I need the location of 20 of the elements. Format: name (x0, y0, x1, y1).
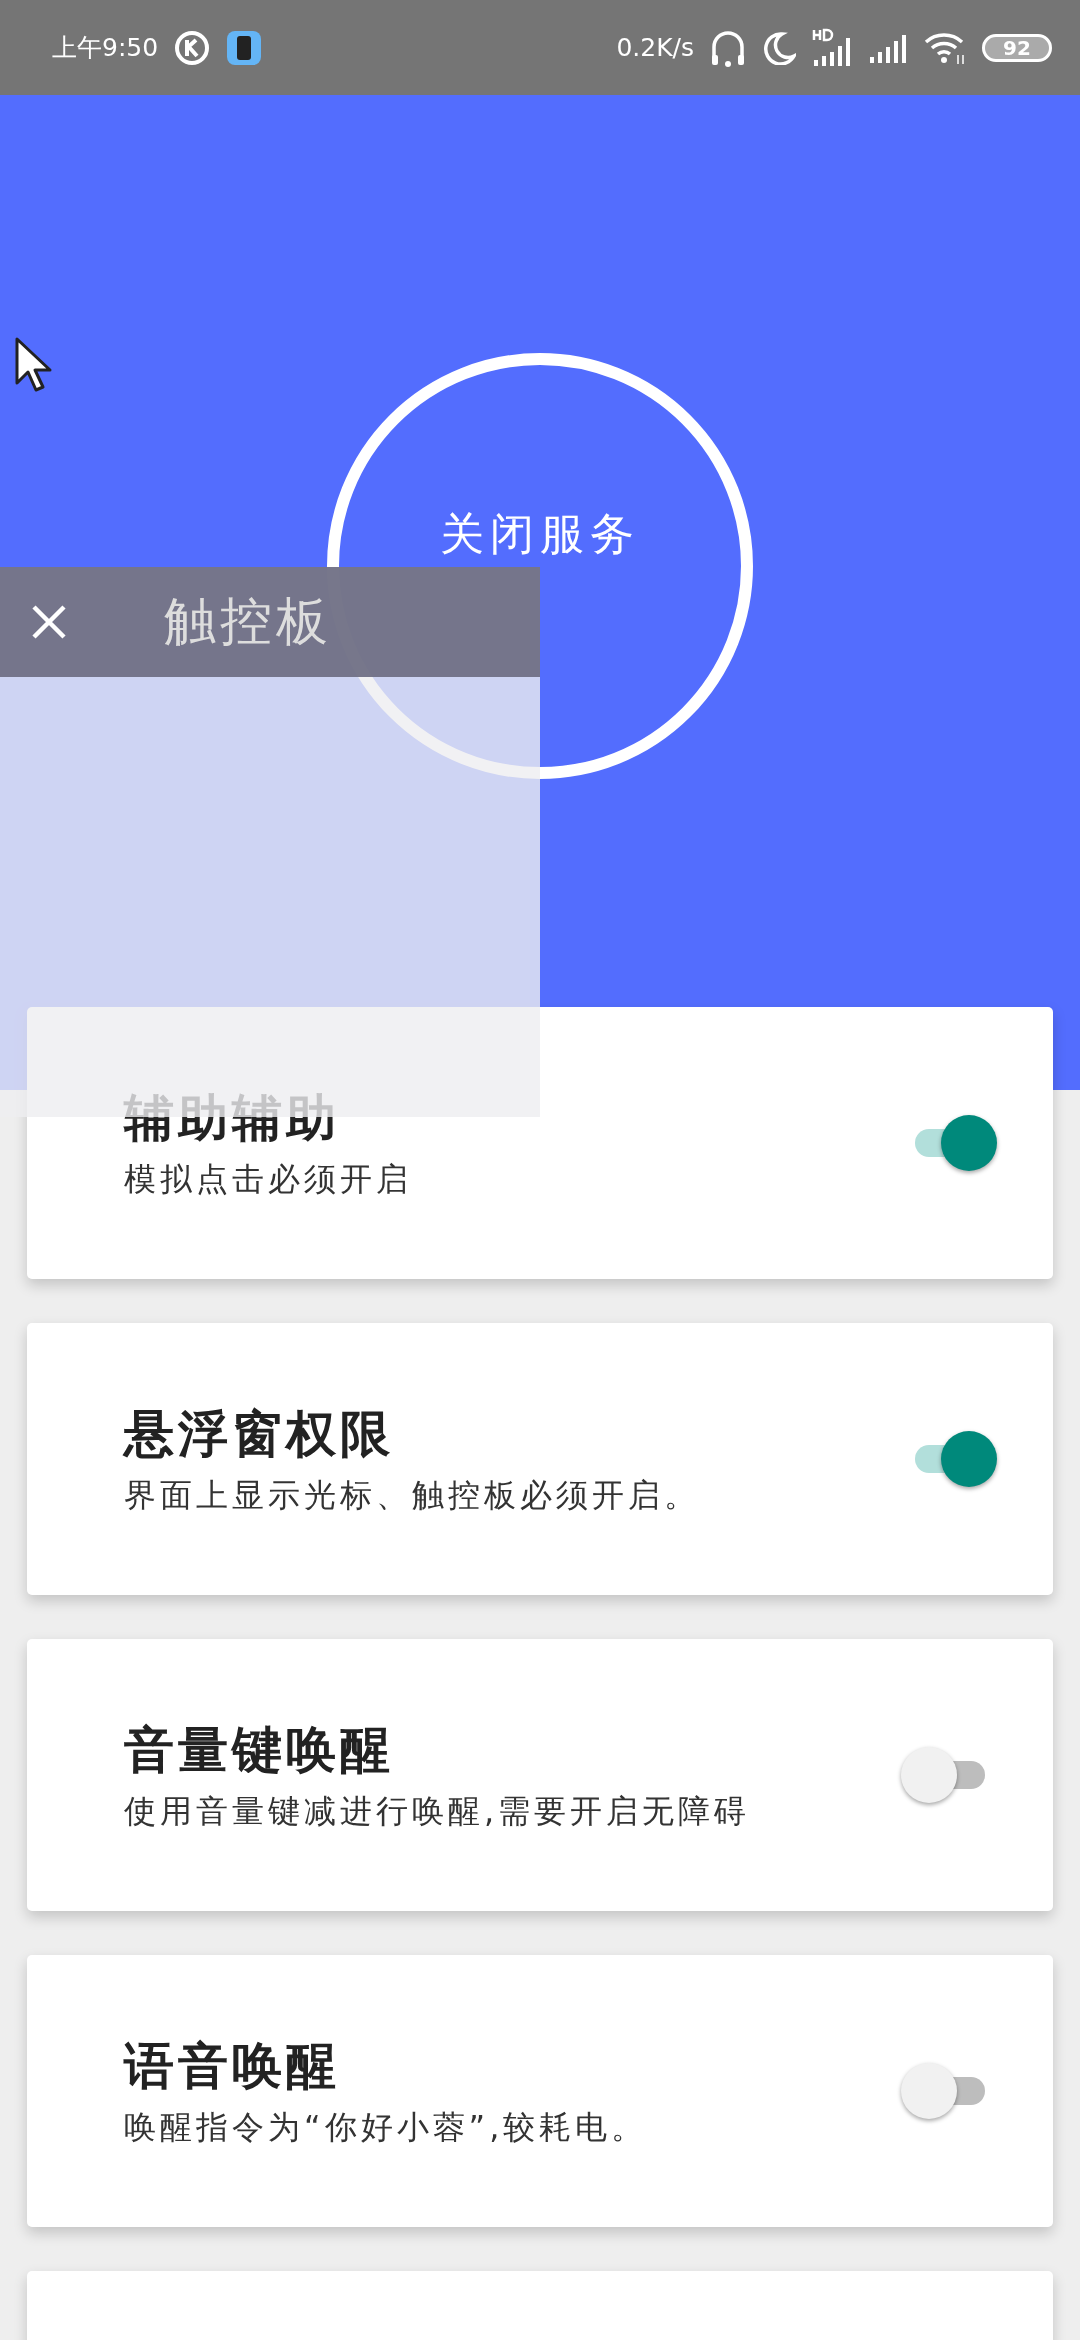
setting-title: 音量键唤醒 (124, 1719, 395, 1781)
close-icon[interactable] (30, 603, 68, 641)
app-icon (226, 29, 263, 66)
mouse-pointer-icon (14, 336, 54, 394)
setting-description: 唤醒指令为“你好小蓉”,较耗电。 (124, 2106, 649, 2148)
touchpad-dialog[interactable]: 触控板 (0, 567, 540, 1117)
wifi-icon (924, 30, 966, 65)
setting-title: 语音唤醒 (124, 2035, 341, 2097)
moon-icon (762, 30, 796, 65)
setting-description: 使用音量键减进行唤醒,需要开启无障碍 (124, 1790, 752, 1832)
headphones-icon (710, 28, 746, 67)
setting-description: 模拟点击必须开启 (124, 1158, 413, 1200)
battery-indicator: 92 (982, 33, 1052, 62)
hd-signal-icon (812, 27, 852, 68)
k-circle-icon (174, 29, 211, 66)
network-speed: 0.2K/s (616, 33, 694, 62)
clock-time: 上午9:50 (52, 32, 159, 64)
setting-title: 悬浮窗权限 (124, 1403, 395, 1465)
setting-description: 界面上显示光标、触控板必须开启。 (124, 1474, 701, 1516)
signal-icon (868, 32, 908, 63)
